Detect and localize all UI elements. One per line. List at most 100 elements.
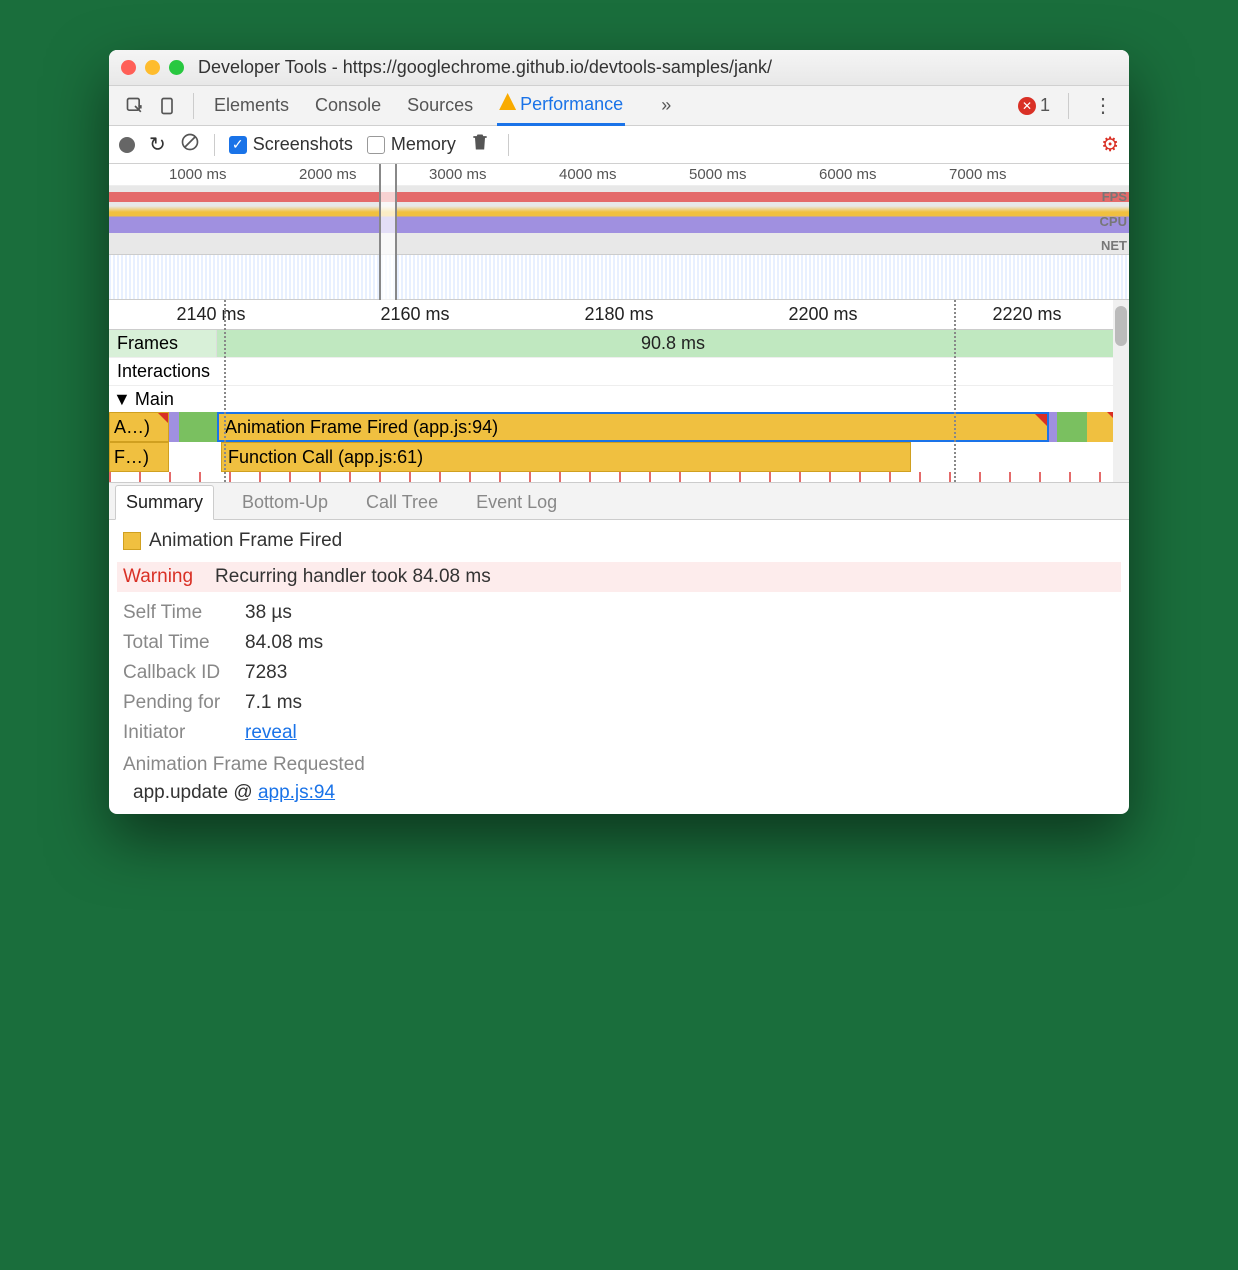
- flame-event-label: Animation Frame Fired (app.js:94): [225, 417, 498, 438]
- fps-label: FPS: [1102, 189, 1127, 204]
- tab-performance-label: Performance: [520, 94, 623, 114]
- titlebar: Developer Tools - https://googlechrome.g…: [109, 50, 1129, 86]
- warning-text: Recurring handler took 84.08 ms: [215, 566, 491, 588]
- interactions-track[interactable]: Interactions: [109, 358, 1129, 386]
- ruler-tick: 2000 ms: [299, 166, 357, 183]
- flame-event-truncated[interactable]: F…): [109, 442, 169, 472]
- flame-event-label: Function Call (app.js:61): [228, 447, 423, 468]
- inspect-icon[interactable]: [125, 96, 145, 116]
- tab-bottom-up[interactable]: Bottom-Up: [232, 486, 338, 519]
- memory-label: Memory: [391, 134, 456, 155]
- tab-call-tree[interactable]: Call Tree: [356, 486, 448, 519]
- overview-pane[interactable]: 1000 ms 2000 ms 3000 ms 4000 ms 5000 ms …: [109, 164, 1129, 300]
- summary-title: Animation Frame Fired: [149, 530, 342, 552]
- initiator-event-label: Animation Frame Requested: [123, 754, 1115, 776]
- tab-sources[interactable]: Sources: [405, 87, 475, 124]
- ruler-tick: 5000 ms: [689, 166, 747, 183]
- long-task-warning-icon: [1035, 414, 1047, 426]
- error-count: 1: [1040, 95, 1050, 116]
- stack-trace-row: app.update @ app.js:94: [123, 782, 1115, 804]
- separator: [1068, 93, 1069, 119]
- minimize-button[interactable]: [145, 60, 160, 75]
- initiator-reveal-link[interactable]: reveal: [245, 722, 297, 744]
- clear-button[interactable]: [180, 132, 200, 157]
- flamechart-pane[interactable]: 2140 ms 2160 ms 2180 ms 2200 ms 2220 ms …: [109, 300, 1129, 482]
- checkbox-checked-icon: ✓: [229, 136, 247, 154]
- ruler-tick: 2140 ms: [176, 304, 245, 325]
- separator: [193, 93, 194, 119]
- main-track-header[interactable]: ▼ Main: [109, 386, 1129, 412]
- chevron-down-icon: ▼: [113, 389, 131, 410]
- details-tabs: Summary Bottom-Up Call Tree Event Log: [109, 482, 1129, 520]
- callback-id-value: 7283: [245, 662, 287, 684]
- separator: [508, 134, 509, 156]
- zoom-button[interactable]: [169, 60, 184, 75]
- flame-row-1: A…) Animation Frame Fired (app.js:94): [109, 412, 1129, 442]
- net-label: NET: [1101, 238, 1127, 253]
- warning-label: Warning: [123, 566, 193, 588]
- checkbox-unchecked-icon: [367, 136, 385, 154]
- screenshots-label: Screenshots: [253, 134, 353, 155]
- garbage-collect-button[interactable]: [470, 132, 490, 157]
- cpu-label: CPU: [1100, 214, 1127, 229]
- record-button[interactable]: [119, 137, 135, 153]
- flame-event-animation-frame-fired[interactable]: Animation Frame Fired (app.js:94): [217, 412, 1049, 442]
- flame-row-tasks: [109, 472, 1129, 482]
- stack-source-link[interactable]: app.js:94: [258, 782, 335, 803]
- ruler-tick: 2200 ms: [788, 304, 857, 325]
- frame-boundary: [224, 300, 226, 482]
- ruler-tick: 1000 ms: [169, 166, 227, 183]
- separator: [214, 134, 215, 156]
- performance-toolbar: ↻ ✓ Screenshots Memory ⚙: [109, 126, 1129, 164]
- tab-summary[interactable]: Summary: [115, 485, 214, 520]
- initiator-label: Initiator: [123, 722, 233, 744]
- frames-track-header: Frames: [109, 330, 217, 357]
- self-time-value: 38 µs: [245, 602, 292, 624]
- settings-gear-icon[interactable]: ⚙: [1101, 132, 1119, 157]
- ruler-tick: 4000 ms: [559, 166, 617, 183]
- memory-checkbox[interactable]: Memory: [367, 134, 456, 155]
- summary-panel: Animation Frame Fired Warning Recurring …: [109, 520, 1129, 814]
- vertical-scrollbar[interactable]: [1113, 300, 1129, 482]
- reload-button[interactable]: ↻: [149, 132, 166, 157]
- flame-event-function-call[interactable]: Function Call (app.js:61): [221, 442, 911, 472]
- total-time-label: Total Time: [123, 632, 233, 654]
- kebab-menu-icon[interactable]: ⋮: [1093, 93, 1113, 118]
- ruler-tick: 7000 ms: [949, 166, 1007, 183]
- screenshot-filmstrip: [109, 254, 1129, 300]
- error-badge[interactable]: ✕ 1: [1018, 95, 1050, 116]
- screenshots-checkbox[interactable]: ✓ Screenshots: [229, 134, 353, 155]
- frame-block[interactable]: 90.8 ms: [217, 330, 1129, 357]
- overview-ruler: 1000 ms 2000 ms 3000 ms 4000 ms 5000 ms …: [109, 164, 1129, 186]
- fps-row: FPS: [109, 186, 1129, 206]
- overview-viewport-marker[interactable]: [379, 164, 397, 300]
- device-toggle-icon[interactable]: [157, 96, 177, 116]
- tab-elements[interactable]: Elements: [212, 87, 291, 124]
- window-title: Developer Tools - https://googlechrome.g…: [198, 57, 772, 78]
- ruler-tick: 2180 ms: [584, 304, 653, 325]
- stack-function: app.update @: [133, 782, 258, 803]
- devtools-window: Developer Tools - https://googlechrome.g…: [109, 50, 1129, 814]
- flamechart-ruler: 2140 ms 2160 ms 2180 ms 2200 ms 2220 ms: [109, 300, 1129, 330]
- error-icon: ✕: [1018, 97, 1036, 115]
- ruler-tick: 6000 ms: [819, 166, 877, 183]
- warning-row: Warning Recurring handler took 84.08 ms: [117, 562, 1121, 592]
- tab-console[interactable]: Console: [313, 87, 383, 124]
- tab-event-log[interactable]: Event Log: [466, 486, 567, 519]
- pending-for-label: Pending for: [123, 692, 233, 714]
- total-time-value: 84.08 ms: [245, 632, 323, 654]
- tab-performance[interactable]: Performance: [497, 85, 625, 126]
- frame-duration: 90.8 ms: [641, 333, 705, 354]
- flame-row-2: F…) Function Call (app.js:61): [109, 442, 1129, 472]
- frames-track[interactable]: Frames 90.8 ms: [109, 330, 1129, 358]
- window-controls: [121, 60, 184, 75]
- ruler-tick: 2160 ms: [380, 304, 449, 325]
- panel-tabs: Elements Console Sources Performance »: [212, 85, 671, 126]
- ruler-tick: 2220 ms: [992, 304, 1061, 325]
- more-tabs-button[interactable]: »: [661, 95, 671, 116]
- flame-event-truncated[interactable]: A…): [109, 412, 169, 442]
- self-time-label: Self Time: [123, 602, 233, 624]
- close-button[interactable]: [121, 60, 136, 75]
- frame-boundary: [954, 300, 956, 482]
- category-swatch: [123, 532, 141, 550]
